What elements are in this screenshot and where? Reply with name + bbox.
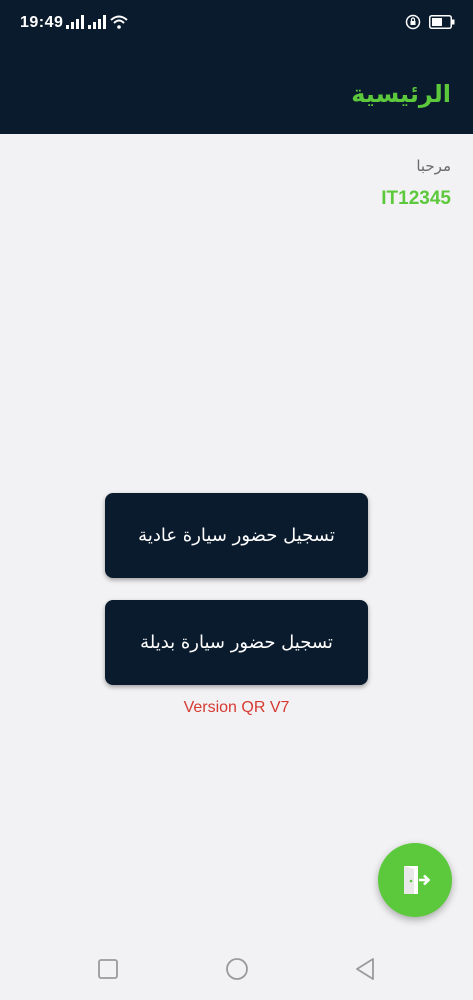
signal-icon — [66, 15, 84, 29]
page-title: الرئيسية — [351, 80, 451, 108]
top-app-bar: 19:49 الرئيسية — [0, 0, 473, 134]
back-icon[interactable] — [352, 956, 378, 982]
user-code: IT12345 — [381, 188, 451, 209]
battery-icon — [429, 15, 455, 29]
wifi-icon — [110, 15, 128, 29]
screen: 19:49 الرئيسية مرحبا IT12345 تسجيل حضور … — [0, 0, 473, 1000]
system-nav-bar — [0, 938, 473, 1000]
register-replacement-car-button[interactable]: تسجيل حضور سيارة بديلة — [105, 600, 368, 685]
status-bar: 19:49 — [0, 0, 473, 48]
rotation-lock-icon — [405, 14, 421, 30]
recent-apps-icon[interactable] — [95, 956, 121, 982]
welcome-label: مرحبا — [416, 157, 451, 175]
signal-icon — [88, 15, 106, 29]
status-icons-left — [66, 15, 128, 29]
home-icon[interactable] — [224, 956, 250, 982]
version-label: Version QR V7 — [183, 699, 290, 716]
logout-button[interactable] — [378, 843, 452, 917]
register-normal-car-button[interactable]: تسجيل حضور سيارة عادية — [105, 493, 368, 578]
status-icons-right — [405, 14, 455, 30]
logout-icon — [404, 866, 431, 894]
status-time: 19:49 — [20, 14, 64, 31]
